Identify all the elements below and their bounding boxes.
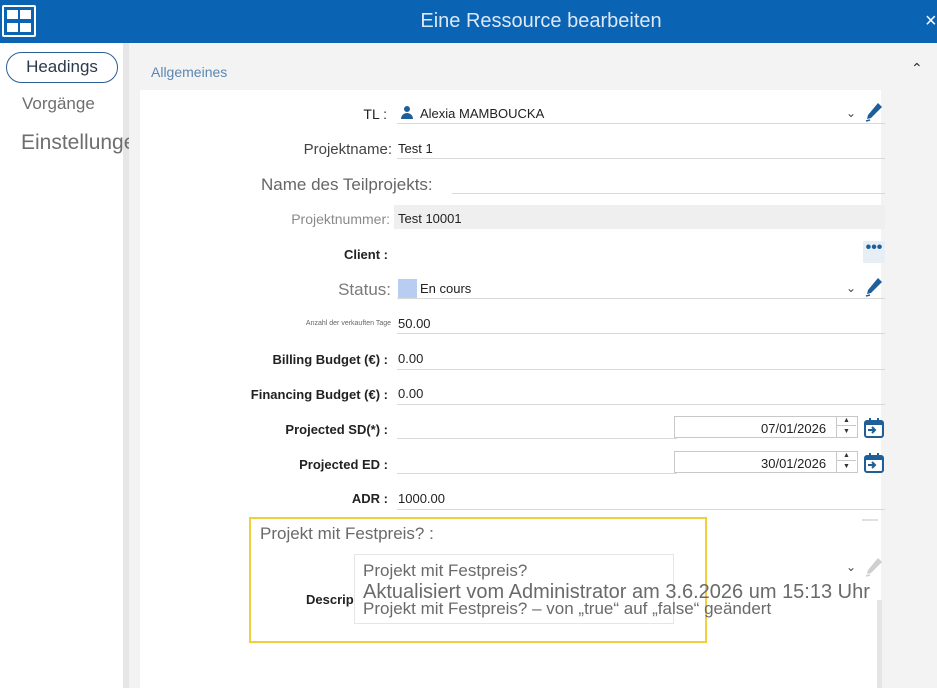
right-gutter [881,90,937,688]
billing-budget-underline [397,369,885,370]
pencil-icon[interactable] [865,557,883,577]
festpreis-checkbox[interactable] [862,519,878,521]
teilprojekt-underline[interactable] [452,193,885,194]
billing-budget-input[interactable]: 0.00 [398,351,423,366]
status-underline [397,298,885,299]
chevron-down-icon[interactable]: ⌄ [846,560,856,574]
more-button[interactable]: ••• [863,240,885,263]
close-icon[interactable]: × [925,8,937,34]
projected-sd-spinner[interactable]: ▲ ▼ [836,416,856,438]
client-label: Client : [343,247,388,262]
tl-value[interactable]: Alexia MAMBOUCKA [420,106,544,121]
description-label: Descrip [306,592,354,607]
calendar-icon[interactable] [864,453,884,473]
status-value[interactable]: En cours [420,281,471,296]
nav-item-headings[interactable]: Headings [6,52,118,83]
financing-budget-label: Financing Budget (€) : [250,387,388,402]
pencil-icon[interactable] [865,102,883,122]
projektnummer-field [394,205,885,229]
projektnummer-value: Test 10001 [398,211,462,226]
scrollbar[interactable] [877,600,882,688]
teilprojekt-label: Name des Teilprojekts: [261,175,433,194]
tl-label: TL : [363,106,387,122]
tooltip-title: Projekt mit Festpreis? [363,561,528,580]
status-label: Status: [338,280,391,299]
projected-ed-label: Projected ED : [299,457,388,472]
status-color-swatch [398,279,417,298]
projected-ed-underline [397,473,677,474]
projektname-label: Projektname: [303,141,392,158]
nav-item-vorgaenge[interactable]: Vorgänge [22,94,95,114]
projektnummer-label: Projektnummer: [291,211,390,227]
projected-ed-value: 30/01/2026 [761,456,827,471]
tl-underline [397,123,885,124]
tooltip-change: Projekt mit Festpreis? – von „true“ auf … [363,599,772,618]
projected-sd-value: 07/01/2026 [761,421,827,436]
festpreis-label: Projekt mit Festpreis? : [260,524,434,543]
projected-sd-underline [397,438,677,439]
projected-ed-spinner[interactable]: ▲ ▼ [836,451,856,473]
person-icon [401,106,413,119]
chevron-up-icon[interactable]: ⌃ [911,60,923,77]
financing-budget-input[interactable]: 0.00 [398,386,423,401]
chevron-down-icon[interactable]: ⌄ [846,281,856,295]
adr-label: ADR : [351,491,388,506]
projektname-underline [397,158,885,159]
adr-underline [397,509,885,510]
billing-budget-label: Billing Budget (€) : [272,352,388,367]
section-title: Allgemeines [151,64,228,80]
section-header[interactable] [140,52,937,90]
window-title: Eine Ressource bearbeiten [420,10,662,32]
financing-budget-underline [397,404,885,405]
verkaufte-tage-input[interactable]: 50.00 [398,316,431,331]
pencil-icon[interactable] [865,277,883,297]
verkaufte-tage-label: Anzahl der verkauften Tage [305,320,391,327]
projektname-input[interactable]: Test 1 [398,141,433,156]
projected-sd-label: Projected SD(*) : [285,422,388,437]
calendar-icon[interactable] [864,418,884,438]
chevron-down-icon[interactable]: ⌄ [846,106,856,120]
verkaufte-tage-underline [397,333,885,334]
adr-input[interactable]: 1000.00 [398,491,445,506]
